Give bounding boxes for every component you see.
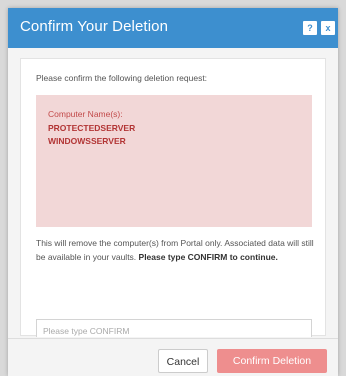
help-icon[interactable]: ? (303, 21, 317, 35)
confirmation-prompt: Please confirm the following deletion re… (36, 73, 208, 83)
deletion-warning-text: This will remove the computer(s) from Po… (36, 236, 316, 264)
deletion-alert-box: Computer Name(s): PROTECTEDSERVER WINDOW… (36, 95, 312, 227)
confirm-text-input[interactable] (36, 319, 312, 337)
close-icon[interactable]: x (321, 21, 335, 35)
computer-name-item: PROTECTEDSERVER (48, 123, 136, 133)
computer-name-item: WINDOWSSERVER (48, 136, 126, 146)
warning-instruction: Please type CONFIRM to continue. (138, 252, 278, 262)
dialog-body: Please confirm the following deletion re… (20, 58, 326, 337)
dialog-title: Confirm Your Deletion (20, 18, 169, 35)
dialog-titlebar: Confirm Your Deletion ? x (8, 8, 338, 48)
footer-divider (8, 338, 338, 339)
computer-names-label: Computer Name(s): (48, 109, 123, 119)
cancel-button[interactable]: Cancel (158, 349, 208, 373)
confirm-deletion-button[interactable]: Confirm Deletion (217, 349, 327, 373)
confirm-deletion-dialog: Confirm Your Deletion ? x Please confirm… (8, 8, 338, 376)
